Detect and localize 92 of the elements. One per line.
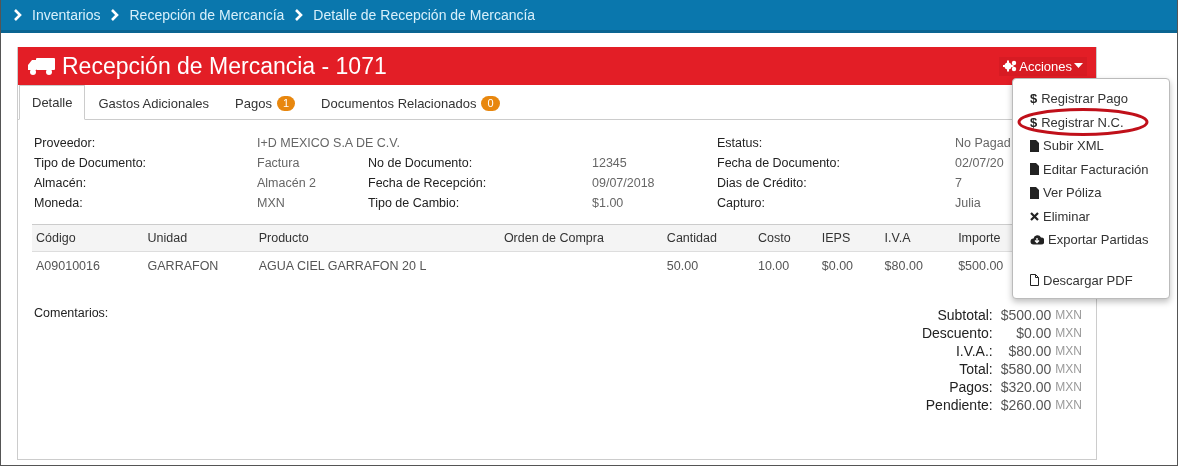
total-label: I.V.A.: (954, 342, 994, 360)
breadcrumb-link[interactable]: Inventarios (32, 7, 101, 23)
file-icon (1030, 139, 1039, 152)
total-amount: $580.00 (1000, 360, 1052, 378)
total-amount: $320.00 (1000, 378, 1052, 396)
field-label: No de Documento: (368, 155, 474, 171)
field-label: Tipo de Documento: (34, 155, 148, 171)
column-header: Costo (753, 224, 818, 252)
currency-code: MXN (1055, 397, 1082, 414)
field-value: No Pagad (955, 135, 1012, 151)
field-value: $1.00 (592, 195, 625, 211)
table-cell: A09010016 (32, 251, 144, 279)
total-label: Subtotal: (936, 306, 994, 324)
caret-icon (1074, 63, 1083, 69)
field-value: MXN (257, 195, 286, 211)
column-header: I.V.A (880, 224, 955, 252)
truck-icon (27, 56, 56, 76)
field-label: Fecha de Recepción: (368, 175, 488, 191)
menu-item-label: Registrar N.C. (1041, 114, 1124, 130)
gears-icon (1003, 60, 1018, 72)
tab[interactable]: Pagos 1 (222, 85, 309, 120)
field-label: Proveedor: (34, 135, 97, 151)
close-icon (1030, 211, 1039, 221)
field-label: Capturo: (717, 195, 766, 211)
menu-item[interactable]: Ver Póliza (1013, 181, 1169, 205)
column-header: Código (32, 224, 144, 252)
currency-code: MXN (1055, 379, 1082, 396)
total-amount: $0.00 (1015, 324, 1052, 342)
field-label: Fecha de Documento: (717, 155, 841, 171)
comments-label: Comentarios: (34, 306, 109, 322)
currency-code: MXN (1055, 307, 1082, 324)
file-icon (1030, 163, 1039, 176)
total-label: Descuento: (921, 324, 994, 342)
tab[interactable]: Gastos Adicionales (85, 85, 223, 120)
field-label: Tipo de Cambio: (368, 195, 461, 211)
table-cell: 10.00 (753, 251, 818, 279)
total-label: Pagos: (948, 378, 994, 396)
tab[interactable]: Detalle (19, 85, 86, 120)
field-value: 02/07/20 (955, 155, 1005, 171)
menu-item-label: Registrar Pago (1041, 91, 1128, 107)
field-value: Julia (955, 195, 982, 211)
menu-item[interactable]: $ Registrar Pago (1013, 87, 1169, 111)
field-label: Estatus: (717, 135, 764, 151)
breadcrumb-link[interactable]: Detalle de Recepción de Mercancía (313, 7, 536, 23)
column-header: Orden de Compra (499, 224, 663, 252)
table-cell: $80.00 (880, 251, 955, 279)
count-badge: 1 (276, 95, 296, 111)
field-value: I+D MEXICO S.A DE C.V. (257, 135, 401, 151)
chevron-icon (294, 9, 304, 21)
column-header: IEPS (817, 224, 881, 252)
chevron-icon (13, 9, 22, 21)
column-header: Cantidad (662, 224, 754, 252)
total-amount: $80.00 (1007, 342, 1052, 360)
menu-item-label: Ver Póliza (1043, 185, 1102, 201)
cloud-download-icon (1030, 234, 1044, 246)
table-cell: GARRAFON (143, 251, 255, 279)
field-value: 09/07/2018 (592, 175, 656, 191)
file-icon (1030, 186, 1039, 199)
column-header: Unidad (143, 224, 255, 252)
column-header: Producto (254, 224, 500, 252)
table-cell: AGUA CIEL GARRAFON 20 L (254, 251, 500, 279)
menu-item-label: Subir XML (1043, 138, 1104, 154)
field-label: Almacén: (34, 175, 88, 191)
field-value: 12345 (592, 155, 628, 171)
table-cell: 50.00 (662, 251, 754, 279)
page-title: Recepción de Mercancia - 1071 (62, 52, 387, 80)
field-value: Almacén 2 (257, 175, 318, 191)
table-cell: $0.00 (817, 251, 881, 279)
dollar-icon: $ (1030, 91, 1038, 107)
field-label: Dias de Crédito: (717, 175, 808, 191)
field-label: Moneda: (34, 195, 84, 211)
menu-item[interactable]: $ Registrar N.C. (1013, 110, 1169, 134)
field-value: Factura (257, 155, 301, 171)
total-amount: $260.00 (1000, 396, 1052, 414)
tab[interactable]: Documentos Relacionados 0 (308, 85, 513, 120)
menu-item[interactable]: Subir XML (1013, 134, 1169, 158)
total-label: Total: (958, 360, 994, 378)
currency-code: MXN (1055, 343, 1082, 360)
field-value: 7 (955, 175, 963, 191)
file-icon (1030, 274, 1039, 287)
chevron-icon (110, 9, 120, 21)
total-amount: $500.00 (1000, 306, 1052, 324)
menu-item-label: Editar Facturación (1043, 161, 1149, 177)
count-badge: 0 (481, 95, 500, 111)
currency-code: MXN (1055, 325, 1082, 342)
breadcrumb-link[interactable]: Recepción de Mercancía (129, 7, 285, 23)
dollar-icon: $ (1030, 114, 1038, 130)
menu-item-label: Eliminar (1043, 208, 1090, 224)
currency-code: MXN (1055, 361, 1082, 378)
menu-item[interactable]: Editar Facturación (1013, 157, 1169, 181)
total-label: Pendiente: (924, 396, 994, 414)
actions-button[interactable]: Acciones (999, 56, 1087, 76)
